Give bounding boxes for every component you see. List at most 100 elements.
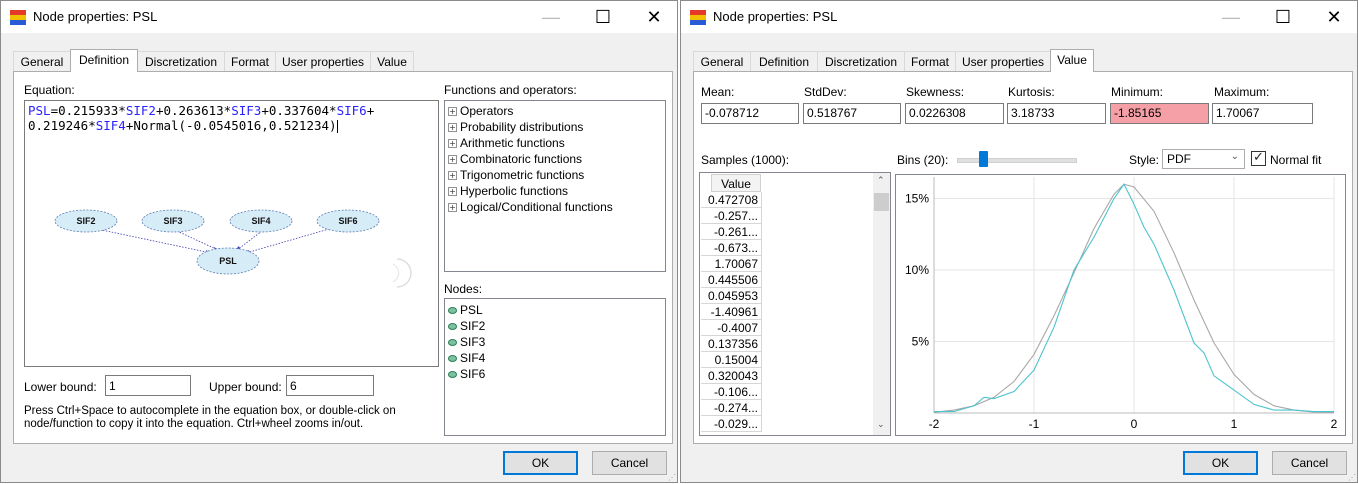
right-title-bar[interactable]: Node properties: PSL — ☐ ✕: [681, 1, 1357, 33]
tab-discretization[interactable]: Discretization: [817, 51, 905, 71]
sample-row[interactable]: 0.15004: [701, 352, 762, 368]
x-tick-label: 2: [1331, 417, 1338, 431]
sample-row[interactable]: 0.045953: [701, 288, 762, 304]
sample-row[interactable]: 0.472708: [701, 192, 762, 208]
tab-value[interactable]: Value: [1050, 49, 1094, 72]
bins-slider[interactable]: [957, 151, 1077, 169]
sample-row[interactable]: -1.40961: [701, 304, 762, 320]
scroll-down-icon[interactable]: ⌄: [877, 419, 885, 430]
diagram-node-sif4[interactable]: SIF4: [251, 216, 270, 226]
sample-row[interactable]: -0.673...: [701, 240, 762, 256]
diagram-node-sif3[interactable]: SIF3: [163, 216, 182, 226]
resize-grip-icon[interactable]: ⋰: [1348, 473, 1356, 482]
node-item-sif6[interactable]: SIF6: [448, 367, 485, 381]
node-item-label: SIF3: [460, 335, 486, 349]
app-icon: [690, 10, 706, 25]
expand-icon[interactable]: +: [448, 171, 457, 181]
equation-editor[interactable]: PSL=0.215933*SIF2+0.263613*SIF3+0.337604…: [24, 100, 439, 367]
tab-definition[interactable]: Definition: [750, 51, 818, 71]
tree-item-combinatoric-functions[interactable]: + Combinatoric functions: [448, 152, 582, 166]
maximize-button[interactable]: ☐: [580, 1, 626, 33]
left-title-bar[interactable]: Node properties: PSL — ☐ ✕: [1, 1, 677, 33]
lower-bound-input[interactable]: [105, 375, 191, 396]
sample-row[interactable]: -0.274...: [701, 400, 762, 416]
bins-slider-thumb[interactable]: [979, 151, 988, 167]
ok-button[interactable]: OK: [503, 451, 578, 475]
expand-icon[interactable]: +: [448, 123, 457, 133]
sample-row[interactable]: 0.137356: [701, 336, 762, 352]
maximize-button[interactable]: ☐: [1260, 1, 1306, 33]
samples-scrollbar[interactable]: ⌃ ⌄: [873, 173, 890, 435]
tree-item-trigonometric-functions[interactable]: + Trigonometric functions: [448, 168, 584, 182]
samples-grid[interactable]: Value 0.472708 -0.257... -0.261... -0.673..…: [699, 172, 891, 436]
cancel-button[interactable]: Cancel: [1272, 451, 1347, 475]
tab-value[interactable]: Value: [370, 51, 414, 71]
tab-discretization[interactable]: Discretization: [137, 51, 225, 71]
expand-icon[interactable]: +: [448, 139, 457, 149]
sample-row[interactable]: -0.257...: [701, 208, 762, 224]
tree-item-logical-conditional-functions[interactable]: + Logical/Conditional functions: [448, 200, 613, 214]
tab-user-properties[interactable]: User properties: [275, 51, 371, 71]
app-icon: [10, 10, 26, 25]
node-item-label: PSL: [460, 303, 483, 317]
sample-row[interactable]: 0.320043: [701, 368, 762, 384]
scroll-up-icon[interactable]: ⌃: [877, 175, 885, 186]
tree-item-hyperbolic-functions[interactable]: + Hyperbolic functions: [448, 184, 568, 198]
tab-user-properties[interactable]: User properties: [955, 51, 1051, 71]
sample-row[interactable]: 0.445506: [701, 272, 762, 288]
tab-general[interactable]: General: [13, 51, 71, 71]
expand-icon[interactable]: +: [448, 107, 457, 117]
close-button[interactable]: ✕: [1311, 1, 1357, 33]
diagram-node-sif6[interactable]: SIF6: [338, 216, 357, 226]
upper-bound-input[interactable]: [286, 375, 374, 396]
tab-format[interactable]: Format: [224, 51, 276, 71]
value-panel: Mean: -0.078712 StdDev: 0.518767 Skewnes…: [693, 71, 1353, 444]
node-item-sif2[interactable]: SIF2: [448, 319, 485, 333]
sample-row[interactable]: -0.106...: [701, 384, 762, 400]
tab-format[interactable]: Format: [904, 51, 956, 71]
node-item-sif4[interactable]: SIF4: [448, 351, 485, 365]
tab-definition[interactable]: Definition: [70, 49, 138, 72]
style-select[interactable]: PDF ⌄: [1162, 149, 1245, 169]
close-button[interactable]: ✕: [631, 1, 677, 33]
nodes-list[interactable]: PSL SIF2 SIF3 SIF4 SIF6: [444, 298, 666, 436]
resize-grip-icon[interactable]: ⋰: [668, 473, 676, 482]
stat-label-skewness: Skewness:: [906, 85, 965, 99]
diagram-node-psl[interactable]: PSL: [219, 256, 237, 266]
sample-row[interactable]: 1.70067: [701, 256, 762, 272]
sample-row[interactable]: -0.4007: [701, 320, 762, 336]
tree-item-operators[interactable]: + Operators: [448, 104, 513, 118]
stat-value-stddev[interactable]: 0.518767: [803, 103, 901, 124]
normal-fit-checkbox[interactable]: ✓: [1251, 149, 1266, 166]
node-item-sif3[interactable]: SIF3: [448, 335, 485, 349]
stat-value-skewness[interactable]: 0.0226308: [905, 103, 1004, 124]
sample-row[interactable]: -0.029...: [701, 416, 762, 432]
stat-value-minimum[interactable]: -1.85165: [1110, 103, 1209, 124]
minimize-button[interactable]: —: [528, 1, 574, 33]
bins-label: Bins (20):: [897, 153, 949, 167]
ok-button[interactable]: OK: [1183, 451, 1258, 475]
window-title: Node properties: PSL: [713, 9, 838, 24]
diagram-node-sif2[interactable]: SIF2: [76, 216, 95, 226]
samples-grid-header[interactable]: Value: [711, 174, 761, 192]
expand-icon[interactable]: +: [448, 155, 457, 165]
expand-icon[interactable]: +: [448, 203, 457, 213]
sample-row[interactable]: -0.261...: [701, 224, 762, 240]
functions-tree[interactable]: + Operators + Probability distributions + A…: [444, 100, 666, 272]
tree-item-probability-distributions[interactable]: + Probability distributions: [448, 120, 583, 134]
tree-item-arithmetic-functions[interactable]: + Arithmetic functions: [448, 136, 565, 150]
stat-value-maximum[interactable]: 1.70067: [1212, 103, 1313, 124]
tree-item-label: Operators: [460, 104, 514, 118]
stat-value-mean[interactable]: -0.078712: [701, 103, 799, 124]
expand-icon[interactable]: +: [448, 187, 457, 197]
bins-slider-track: [957, 158, 1077, 163]
right-dialog-window: Node properties: PSL — ☐ ✕ General Defin…: [680, 0, 1358, 483]
cancel-button[interactable]: Cancel: [592, 451, 667, 475]
scroll-thumb[interactable]: [874, 193, 889, 211]
node-item-psl[interactable]: PSL: [448, 303, 483, 317]
y-tick-label: 15%: [905, 191, 929, 205]
normal-fit-label: Normal fit: [1270, 153, 1322, 167]
stat-value-kurtosis[interactable]: 3.18733: [1007, 103, 1106, 124]
minimize-button[interactable]: —: [1208, 1, 1254, 33]
tab-general[interactable]: General: [693, 51, 751, 71]
